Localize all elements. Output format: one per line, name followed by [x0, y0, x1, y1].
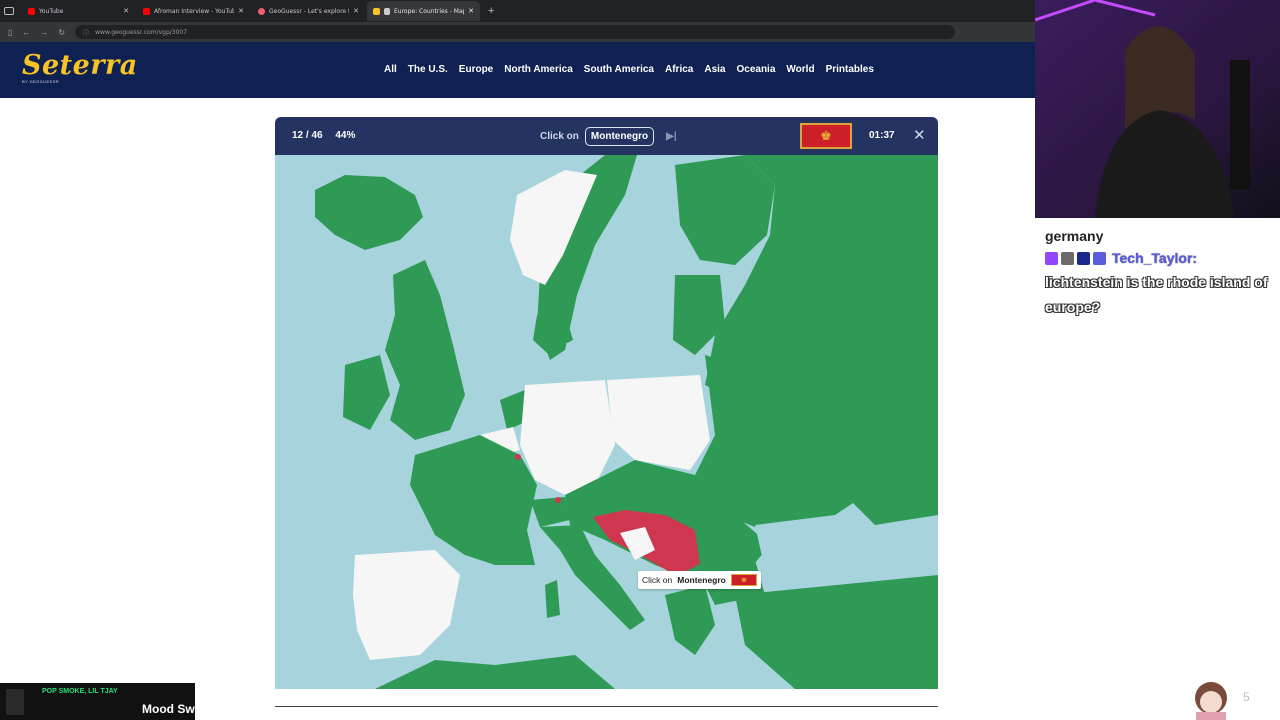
nav-oceania[interactable]: Oceania	[736, 64, 775, 75]
question-prompt: Click on Montenegro ▶|	[540, 127, 677, 146]
seterra-favicon-icon	[373, 7, 380, 15]
nav-south-america[interactable]: South America	[584, 64, 654, 75]
webcam-feed	[1035, 0, 1280, 218]
map-tooltip: Click on Montenegro ♚	[638, 571, 761, 589]
browser-window: YouTube ✕ Afroman Interview - YouTube ✕ …	[0, 0, 1035, 720]
back-icon[interactable]: ←	[22, 28, 30, 37]
close-icon[interactable]: ✕	[913, 126, 926, 144]
tab-title: Europe: Countries - Map Q	[394, 7, 464, 15]
tab-youtube[interactable]: YouTube ✕	[22, 1, 135, 21]
progress-count: 12 / 46	[292, 130, 323, 141]
montenegro-flag-icon: ♚	[800, 123, 852, 149]
tab-bar: YouTube ✕ Afroman Interview - YouTube ✕ …	[0, 0, 1035, 22]
logo-wordmark: Seterra	[22, 50, 138, 81]
country-luxembourg-wrong[interactable]	[515, 454, 521, 460]
target-country: Montenegro	[584, 127, 655, 146]
nav-africa[interactable]: Africa	[665, 64, 693, 75]
montenegro-flag-icon: ♚	[730, 574, 757, 586]
europe-map[interactable]	[275, 155, 938, 689]
chat-message-prev: germany	[1045, 228, 1104, 244]
main-nav: All The U.S. Europe North America South …	[384, 64, 874, 75]
geoguessr-favicon-icon	[258, 7, 265, 15]
nav-us[interactable]: The U.S.	[408, 64, 448, 75]
divider	[275, 706, 938, 707]
track-artist: POP SMOKE, LIL TJAY	[42, 688, 118, 695]
reload-icon[interactable]: ↻	[58, 28, 65, 37]
nav-europe[interactable]: Europe	[459, 64, 493, 75]
skip-icon[interactable]: ▶|	[666, 131, 677, 142]
seterra-logo[interactable]: Seterra BY GEOGUESSR	[22, 50, 138, 84]
now-playing-widget: POP SMOKE, LIL TJAY Mood Sw	[0, 683, 195, 720]
tab-seterra-europe[interactable]: Europe: Countries - Map Q ✕	[367, 1, 480, 21]
tab-title: GeoGuessr - Let's explore the w	[269, 7, 349, 15]
youtube-favicon-icon	[28, 7, 35, 15]
tooltip-prefix: Click on	[642, 575, 673, 585]
track-title: Mood Sw	[142, 702, 195, 716]
forward-icon[interactable]: →	[40, 28, 48, 37]
chat-username: Tech_Taylor:	[1112, 250, 1198, 266]
new-tab-icon[interactable]: +	[488, 5, 494, 17]
url-field[interactable]: ⓘ www.geoguessr.com/vgp/3007	[75, 25, 956, 39]
quiz-progress: 12 / 46 44%	[292, 130, 355, 141]
tooltip-target: Montenegro	[677, 575, 726, 585]
nav-all[interactable]: All	[384, 64, 397, 75]
level-badge-icon	[1093, 251, 1106, 265]
tab-title: YouTube	[39, 7, 64, 15]
tab-geoguessr[interactable]: GeoGuessr - Let's explore the w ✕	[252, 1, 365, 21]
chat-user-row: Tech_Taylor:	[1045, 250, 1197, 266]
nav-printables[interactable]: Printables	[826, 64, 874, 75]
tab-title: Afroman Interview - YouTube	[154, 7, 235, 15]
stream-chat: germany Tech_Taylor: lichtenstein is the…	[1035, 218, 1280, 720]
site-header: Seterra BY GEOGUESSR All The U.S. Europe…	[0, 42, 1035, 98]
site-info-icon[interactable]: ⓘ	[83, 28, 89, 37]
close-tab-icon[interactable]: ✕	[468, 7, 474, 15]
timer: 01:37	[869, 130, 895, 141]
corner-number: 5	[1243, 690, 1250, 704]
sidebar-icon[interactable]: ▯	[8, 28, 12, 37]
address-bar-row: ▯ ← → ↻ ⓘ www.geoguessr.com/vgp/3007	[0, 22, 1035, 42]
sub-badge-icon	[1061, 251, 1074, 265]
tab-menu-icon[interactable]	[4, 7, 14, 15]
streamer-avatar-icon	[1195, 682, 1227, 720]
close-tab-icon[interactable]: ✕	[238, 7, 244, 15]
album-art	[6, 689, 24, 715]
quiz-panel: 12 / 46 44% Click on Montenegro ▶| ♚ 01:…	[275, 117, 938, 689]
click-on-label: Click on	[540, 131, 579, 142]
webcam-image	[1035, 0, 1280, 218]
progress-percent: 44%	[335, 130, 356, 141]
quiz-toolbar: 12 / 46 44% Click on Montenegro ▶| ♚ 01:…	[275, 117, 938, 155]
nav-north-america[interactable]: North America	[504, 64, 573, 75]
nav-world[interactable]: World	[786, 64, 814, 75]
prime-badge-icon	[1077, 251, 1090, 265]
chat-message: lichtenstein is the rhode island of euro…	[1045, 274, 1268, 315]
audio-playing-icon	[384, 7, 390, 15]
url-text: www.geoguessr.com/vgp/3007	[95, 28, 188, 36]
country-liechtenstein-wrong[interactable]	[555, 497, 561, 503]
close-tab-icon[interactable]: ✕	[123, 7, 129, 15]
tab-afroman[interactable]: Afroman Interview - YouTube ✕	[137, 1, 250, 21]
youtube-favicon-icon	[143, 7, 150, 15]
close-tab-icon[interactable]: ✕	[353, 7, 359, 15]
nav-asia[interactable]: Asia	[704, 64, 725, 75]
twitch-badge-icon	[1045, 251, 1058, 265]
